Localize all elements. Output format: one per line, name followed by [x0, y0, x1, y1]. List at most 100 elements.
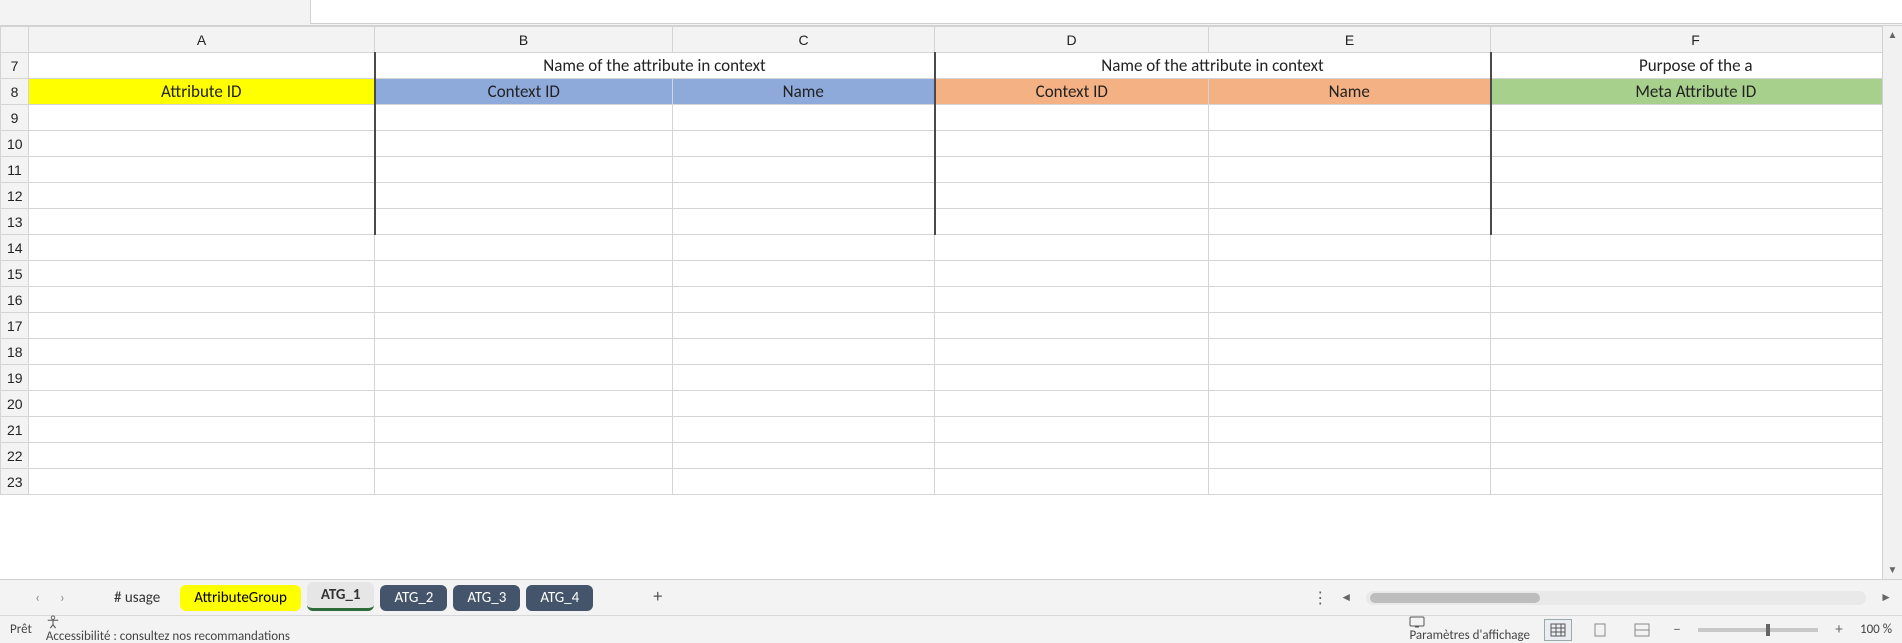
cell-A13[interactable]: [29, 209, 375, 235]
cell-A23[interactable]: [29, 469, 375, 495]
cell-A11[interactable]: [29, 157, 375, 183]
cell-F19[interactable]: [1491, 365, 1901, 391]
cell-A12[interactable]: [29, 183, 375, 209]
cell-D19[interactable]: [935, 365, 1209, 391]
cell-B20[interactable]: [375, 391, 673, 417]
cell-E9[interactable]: [1209, 105, 1491, 131]
sheet-nav-next-icon[interactable]: ›: [60, 589, 65, 606]
tab-overflow-icon[interactable]: ⋮: [1312, 588, 1326, 608]
cell-F8[interactable]: Meta Attribute ID: [1491, 79, 1901, 105]
cell-D14[interactable]: [935, 235, 1209, 261]
cell-D7E7-merged[interactable]: Name of the attribute in context: [935, 53, 1491, 79]
cell-C11[interactable]: [673, 157, 935, 183]
cell-D11[interactable]: [935, 157, 1209, 183]
row-header-22[interactable]: 22: [1, 443, 29, 469]
row-header-9[interactable]: 9: [1, 105, 29, 131]
cell-C20[interactable]: [673, 391, 935, 417]
row-header-18[interactable]: 18: [1, 339, 29, 365]
cell-D22[interactable]: [935, 443, 1209, 469]
cell-F21[interactable]: [1491, 417, 1901, 443]
cell-C17[interactable]: [673, 313, 935, 339]
sheet-tab-atg2[interactable]: ATG_2: [380, 585, 447, 611]
row-header-12[interactable]: 12: [1, 183, 29, 209]
cell-C12[interactable]: [673, 183, 935, 209]
cell-E11[interactable]: [1209, 157, 1491, 183]
row-header-23[interactable]: 23: [1, 469, 29, 495]
scroll-down-icon[interactable]: ▼: [1883, 561, 1902, 579]
cell-B12[interactable]: [375, 183, 673, 209]
cell-E19[interactable]: [1209, 365, 1491, 391]
cell-F14[interactable]: [1491, 235, 1901, 261]
cell-C9[interactable]: [673, 105, 935, 131]
cell-D18[interactable]: [935, 339, 1209, 365]
cell-B9[interactable]: [375, 105, 673, 131]
row-header-10[interactable]: 10: [1, 131, 29, 157]
cell-A7[interactable]: [29, 53, 375, 79]
worksheet-grid[interactable]: A B C D E F 7 Name of the attribute in c…: [0, 26, 1902, 579]
scrollbar-track[interactable]: [1883, 44, 1902, 561]
cell-A17[interactable]: [29, 313, 375, 339]
hscroll-left-icon[interactable]: ◄: [1340, 590, 1352, 605]
zoom-out-button[interactable]: −: [1670, 621, 1684, 639]
cell-B14[interactable]: [375, 235, 673, 261]
cell-A9[interactable]: [29, 105, 375, 131]
cell-E20[interactable]: [1209, 391, 1491, 417]
cell-D10[interactable]: [935, 131, 1209, 157]
row-header-14[interactable]: 14: [1, 235, 29, 261]
cell-B22[interactable]: [375, 443, 673, 469]
cell-F9[interactable]: [1491, 105, 1901, 131]
cell-E12[interactable]: [1209, 183, 1491, 209]
view-normal-button[interactable]: [1544, 619, 1572, 641]
view-page-layout-button[interactable]: [1586, 619, 1614, 641]
cell-E13[interactable]: [1209, 209, 1491, 235]
row-header-13[interactable]: 13: [1, 209, 29, 235]
cell-F16[interactable]: [1491, 287, 1901, 313]
cell-B19[interactable]: [375, 365, 673, 391]
vertical-scrollbar[interactable]: ▲ ▼: [1882, 26, 1902, 579]
cell-E10[interactable]: [1209, 131, 1491, 157]
cell-D16[interactable]: [935, 287, 1209, 313]
cell-F10[interactable]: [1491, 131, 1901, 157]
zoom-slider-thumb[interactable]: [1766, 624, 1770, 636]
col-header-C[interactable]: C: [673, 27, 935, 53]
cell-F22[interactable]: [1491, 443, 1901, 469]
cell-B8[interactable]: Context ID: [375, 79, 673, 105]
zoom-slider[interactable]: [1698, 628, 1818, 632]
cell-D17[interactable]: [935, 313, 1209, 339]
cell-E21[interactable]: [1209, 417, 1491, 443]
cell-E8[interactable]: Name: [1209, 79, 1491, 105]
view-page-break-button[interactable]: [1628, 619, 1656, 641]
cell-A14[interactable]: [29, 235, 375, 261]
col-header-F[interactable]: F: [1491, 27, 1901, 53]
col-header-A[interactable]: A: [29, 27, 375, 53]
cell-B16[interactable]: [375, 287, 673, 313]
cell-E17[interactable]: [1209, 313, 1491, 339]
cell-C19[interactable]: [673, 365, 935, 391]
cell-B21[interactable]: [375, 417, 673, 443]
cell-C16[interactable]: [673, 287, 935, 313]
cell-E18[interactable]: [1209, 339, 1491, 365]
cell-D15[interactable]: [935, 261, 1209, 287]
cell-F17[interactable]: [1491, 313, 1901, 339]
sheet-tab-atg3[interactable]: ATG_3: [453, 585, 520, 611]
cell-F7[interactable]: Purpose of the a: [1491, 53, 1901, 79]
scroll-up-icon[interactable]: ▲: [1883, 26, 1902, 44]
horizontal-scrollbar[interactable]: [1366, 591, 1866, 605]
cell-F20[interactable]: [1491, 391, 1901, 417]
cell-F18[interactable]: [1491, 339, 1901, 365]
cell-C10[interactable]: [673, 131, 935, 157]
cell-D21[interactable]: [935, 417, 1209, 443]
cell-C14[interactable]: [673, 235, 935, 261]
col-header-E[interactable]: E: [1209, 27, 1491, 53]
sheet-tab-atg4[interactable]: ATG_4: [526, 585, 593, 611]
add-sheet-button[interactable]: +: [639, 581, 669, 611]
display-settings-button[interactable]: Paramètres d'affichage: [1409, 616, 1530, 643]
cell-A15[interactable]: [29, 261, 375, 287]
cell-F12[interactable]: [1491, 183, 1901, 209]
cell-B10[interactable]: [375, 131, 673, 157]
row-header-21[interactable]: 21: [1, 417, 29, 443]
row-header-7[interactable]: 7: [1, 53, 29, 79]
sheet-tab-usage[interactable]: # usage: [100, 585, 174, 611]
cell-D13[interactable]: [935, 209, 1209, 235]
row-header-11[interactable]: 11: [1, 157, 29, 183]
